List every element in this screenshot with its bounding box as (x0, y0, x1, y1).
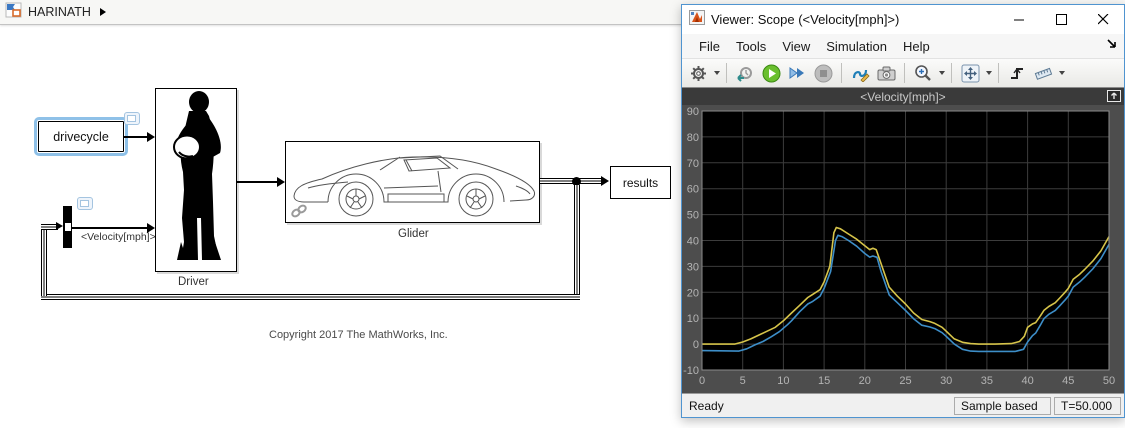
close-button[interactable] (1082, 5, 1124, 34)
settings-dropdown-caret[interactable] (714, 71, 720, 75)
bus-feedback-horizontal[interactable] (41, 294, 580, 300)
scope-menubar: File Tools View Simulation Help (682, 34, 1124, 59)
scope-statusbar: Ready Sample based T=50.000 (682, 393, 1124, 417)
wire-driver-glider[interactable] (237, 181, 279, 183)
zoom-dropdown-caret[interactable] (939, 71, 945, 75)
menu-item-help[interactable]: Help (895, 36, 938, 57)
driver-silhouette-image (173, 91, 221, 260)
svg-text:0: 0 (693, 339, 699, 351)
zoom-in-icon[interactable] (911, 61, 935, 85)
svg-text:50: 50 (687, 210, 699, 222)
toolbar-separator (904, 63, 905, 83)
dock-arrow-icon[interactable] (1106, 38, 1118, 53)
svg-text:5: 5 (740, 375, 746, 387)
step-back-icon[interactable] (733, 61, 757, 85)
svg-text:35: 35 (981, 375, 993, 387)
minimize-button[interactable] (998, 5, 1040, 34)
restore-axes-icon[interactable] (1107, 90, 1121, 102)
velocity-signal-label: <Velocity[mph]> (81, 231, 156, 243)
toolbar-separator (841, 63, 842, 83)
arrowhead-icon (56, 222, 63, 230)
svg-text:50: 50 (1103, 375, 1115, 387)
maximize-button[interactable] (1040, 5, 1082, 34)
menu-item-simulation[interactable]: Simulation (818, 36, 895, 57)
arrowhead-icon (601, 176, 609, 186)
copyright-text: Copyright 2017 The MathWorks, Inc. (269, 329, 448, 341)
model-icon (5, 2, 22, 23)
block-drivecycle-label: drivecycle (53, 129, 109, 144)
block-driver[interactable] (155, 88, 237, 272)
scope-window-title: Viewer: Scope (<Velocity[mph]>) (711, 12, 900, 27)
trigger-icon[interactable] (1005, 61, 1029, 85)
signal-selector-icon[interactable] (848, 61, 872, 85)
toolbar-separator (951, 63, 952, 83)
svg-text:80: 80 (687, 132, 699, 144)
snapshot-camera-icon[interactable] (874, 61, 898, 85)
svg-text:20: 20 (687, 287, 699, 299)
bus-feedback-vertical-left[interactable] (41, 230, 47, 296)
plot-title-strip: <Velocity[mph]> (682, 88, 1124, 105)
scope-titlebar[interactable]: Viewer: Scope (<Velocity[mph]>) (682, 5, 1124, 34)
svg-text:40: 40 (687, 236, 699, 248)
block-results[interactable]: results (610, 166, 671, 199)
viewer-badge-icon[interactable] (124, 112, 140, 125)
menu-item-tools[interactable]: Tools (728, 36, 774, 57)
pan-fit-icon[interactable] (958, 61, 982, 85)
svg-text:90: 90 (687, 106, 699, 118)
scope-display-area: <Velocity[mph]> -10 0 10 20 30 40 50 60 70 80 90 0 5… (682, 88, 1124, 393)
measurements-dropdown-caret[interactable] (1059, 71, 1065, 75)
pan-dropdown-caret[interactable] (986, 71, 992, 75)
toolbar-separator (998, 63, 999, 83)
viewer-badge-icon[interactable] (77, 197, 93, 210)
step-forward-icon[interactable] (785, 61, 809, 85)
svg-text:30: 30 (687, 261, 699, 273)
menu-item-view[interactable]: View (774, 36, 818, 57)
svg-text:15: 15 (818, 375, 830, 387)
run-button-icon[interactable] (759, 61, 783, 85)
svg-text:10: 10 (687, 313, 699, 325)
scope-toolbar (682, 59, 1124, 88)
svg-text:10: 10 (777, 375, 789, 387)
menu-item-file[interactable]: File (691, 36, 728, 57)
block-glider[interactable] (285, 141, 540, 223)
bus-feedback-vertical-right[interactable] (574, 185, 580, 295)
status-sample-mode: Sample based (954, 396, 1051, 415)
stop-button-icon[interactable] (811, 61, 835, 85)
scope-viewer-window: Viewer: Scope (<Velocity[mph]>) File Tool… (681, 4, 1125, 418)
svg-text:0: 0 (699, 375, 705, 387)
scope-window-icon (689, 9, 705, 30)
block-drivecycle[interactable]: drivecycle (34, 117, 128, 156)
svg-text:45: 45 (1062, 375, 1074, 387)
settings-gear-icon[interactable] (686, 61, 710, 85)
arrowhead-icon (147, 132, 155, 142)
svg-text:25: 25 (899, 375, 911, 387)
breadcrumb-caret-icon[interactable] (99, 8, 106, 16)
arrowhead-icon (147, 223, 155, 233)
svg-text:40: 40 (1021, 375, 1033, 387)
block-driver-caption: Driver (178, 276, 209, 288)
glider-car-image (293, 155, 535, 217)
svg-text:30: 30 (940, 375, 952, 387)
measurements-ruler-icon[interactable] (1031, 61, 1055, 85)
library-link-icon (291, 204, 307, 218)
status-ready-text: Ready (689, 398, 724, 413)
wire-drivecycle-driver[interactable] (124, 136, 149, 138)
svg-text:60: 60 (687, 184, 699, 196)
svg-text:-10: -10 (683, 365, 699, 377)
plot-title: <Velocity[mph]> (860, 89, 946, 104)
breadcrumb-model-name[interactable]: HARINATH (28, 5, 91, 19)
svg-text:20: 20 (859, 375, 871, 387)
wire-velocity-driver[interactable] (72, 227, 149, 229)
arrowhead-icon (277, 177, 285, 187)
block-glider-caption: Glider (398, 228, 429, 240)
bus-selector-port (64, 223, 71, 231)
svg-text:70: 70 (687, 158, 699, 170)
status-sim-time: T=50.000 (1054, 396, 1121, 415)
block-results-label: results (622, 175, 659, 190)
toolbar-separator (726, 63, 727, 83)
scope-plot-svg[interactable]: -1001020304050607080900 5 10 15 20 25 30 35 40 45… (682, 105, 1124, 392)
